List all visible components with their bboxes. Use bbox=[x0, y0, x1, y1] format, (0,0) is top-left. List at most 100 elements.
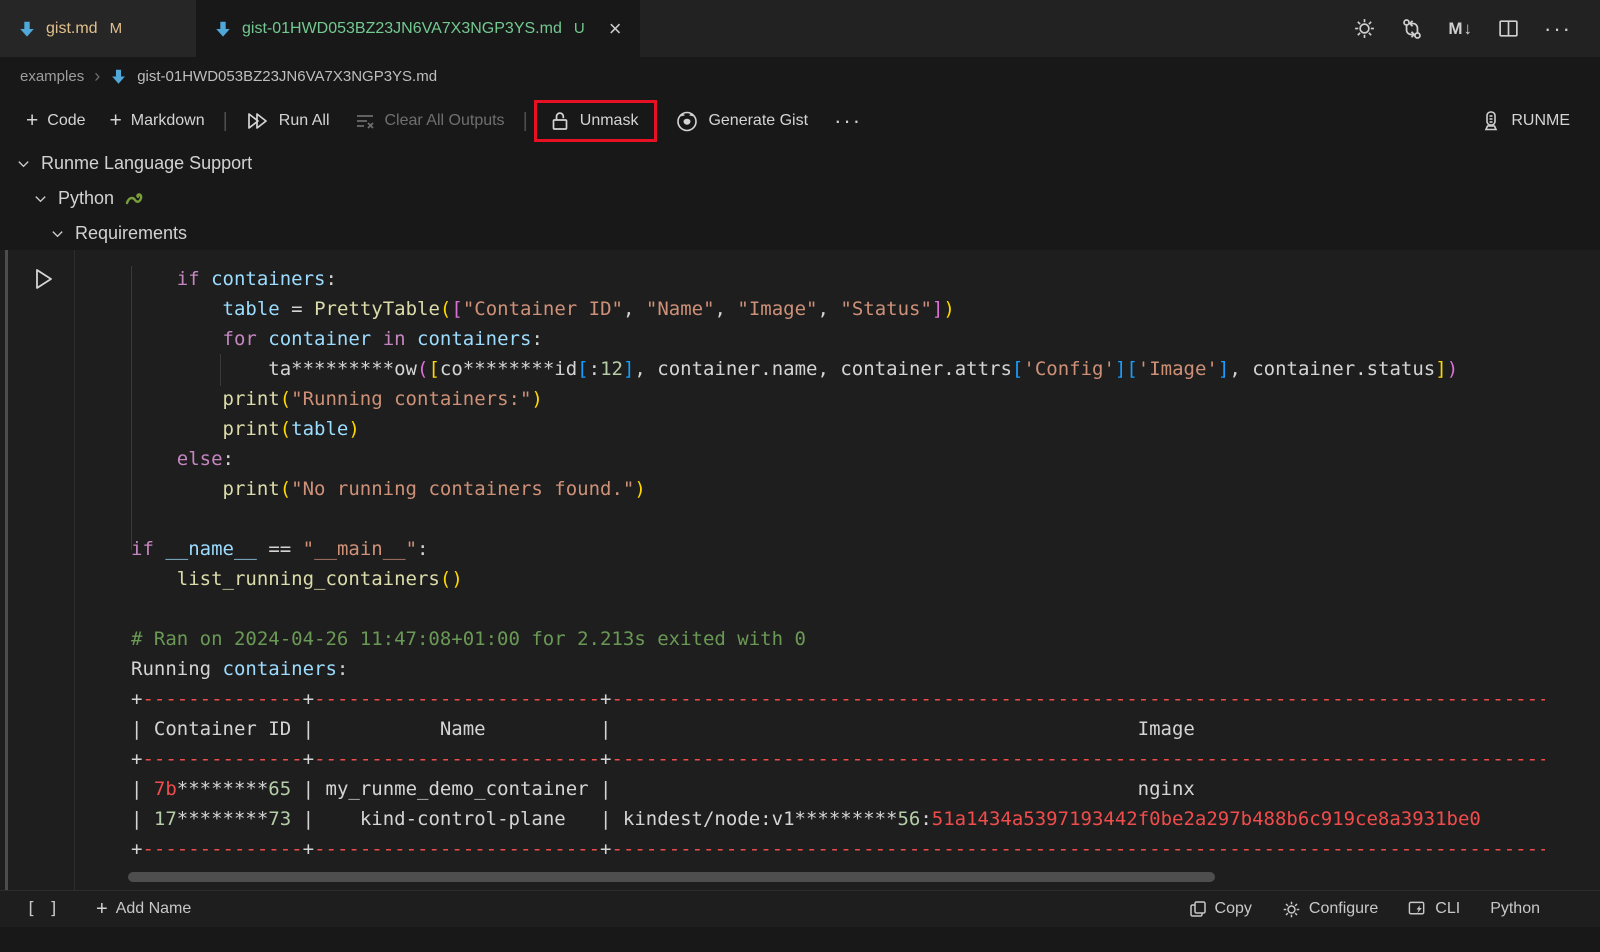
code-token: ******** bbox=[177, 778, 269, 800]
code-token: PrettyTable bbox=[314, 298, 440, 320]
cli-button[interactable]: CLI bbox=[1408, 900, 1460, 918]
breadcrumb: examples › gist-01HWD053BZ23JN6VA7X3NGP3… bbox=[0, 57, 1600, 96]
notebook-toolbar: + Code + Markdown | Run All Clear All Ou… bbox=[0, 96, 1600, 146]
code-token: 51a1434a5397193442f0be2a297b488b6c919ce8… bbox=[932, 808, 1481, 830]
code-token bbox=[303, 298, 314, 320]
code-line[interactable]: +--------------+------------------------… bbox=[0, 684, 1545, 714]
code-token: | bbox=[131, 808, 154, 830]
tab-gist-md[interactable]: gist.md M bbox=[0, 0, 196, 57]
code-line[interactable] bbox=[0, 594, 1545, 624]
code-line[interactable]: table = PrettyTable(["Container ID", "Na… bbox=[0, 294, 1545, 324]
code-token: ------------------------- bbox=[314, 688, 600, 710]
code-line[interactable]: | 17********73 | kind-control-plane | ki… bbox=[0, 804, 1545, 834]
git-compare-icon[interactable] bbox=[1400, 17, 1424, 41]
run-all-button[interactable]: Run All bbox=[234, 104, 342, 138]
code-token: "Image" bbox=[737, 298, 817, 320]
breadcrumb-folder[interactable]: examples bbox=[20, 68, 84, 85]
code-editor[interactable]: if containers: table = PrettyTable(["Con… bbox=[0, 264, 1545, 866]
bottom-strip bbox=[0, 927, 1600, 952]
file-down-arrow-icon bbox=[214, 20, 232, 38]
add-code-button[interactable]: + Code bbox=[14, 103, 98, 139]
code-token: [ bbox=[577, 358, 588, 380]
gear-icon bbox=[1282, 900, 1301, 919]
run-all-icon bbox=[246, 110, 270, 132]
code-token: ------------------------- bbox=[314, 838, 600, 860]
code-token: ( bbox=[440, 568, 451, 590]
code-line[interactable]: ta*********ow([co********id[:12], contai… bbox=[0, 354, 1545, 384]
code-token bbox=[406, 328, 417, 350]
breadcrumb-file[interactable]: gist-01HWD053BZ23JN6VA7X3NGP3YS.md bbox=[137, 68, 437, 85]
add-name-button[interactable]: + Add Name bbox=[96, 898, 191, 921]
code-token: ------------------------- bbox=[314, 748, 600, 770]
heading-label: Requirements bbox=[75, 223, 187, 244]
code-token: : bbox=[417, 538, 428, 560]
heading-requirements[interactable]: Requirements bbox=[0, 216, 1600, 250]
heading-python[interactable]: Python bbox=[0, 180, 1600, 216]
code-token: : bbox=[920, 808, 931, 830]
markdown-preview-icon[interactable]: M↓ bbox=[1448, 19, 1473, 39]
code-token: + bbox=[600, 838, 611, 860]
plus-icon: + bbox=[96, 898, 108, 921]
code-line[interactable]: print(table) bbox=[0, 414, 1545, 444]
chevron-down-icon[interactable] bbox=[16, 156, 31, 171]
file-down-arrow-icon bbox=[18, 20, 36, 38]
code-line[interactable]: | Container ID | Name | Image bbox=[0, 714, 1545, 744]
code-line[interactable]: if containers: bbox=[0, 264, 1545, 294]
code-line[interactable]: +--------------+------------------------… bbox=[0, 744, 1545, 774]
runme-brand[interactable]: RUNME bbox=[1480, 109, 1600, 133]
code-line[interactable] bbox=[0, 504, 1545, 534]
code-token: "Running containers:" bbox=[291, 388, 531, 410]
more-actions-icon[interactable]: ··· bbox=[1544, 16, 1572, 42]
chevron-down-icon[interactable] bbox=[50, 226, 65, 241]
code-line[interactable]: Running containers: bbox=[0, 654, 1545, 684]
editor-actions: M↓ ··· bbox=[1353, 0, 1600, 57]
close-icon[interactable]: × bbox=[609, 16, 622, 42]
code-token: 7b bbox=[154, 778, 177, 800]
code-line[interactable]: if __name__ == "__main__": bbox=[0, 534, 1545, 564]
code-token: | kind-control-plane | kindest/node:v1**… bbox=[291, 808, 897, 830]
code-token: -------------- bbox=[142, 748, 302, 770]
code-token: if bbox=[177, 268, 200, 290]
tab-label: gist.md bbox=[46, 20, 98, 38]
kernel-language-label: Python bbox=[1490, 900, 1540, 918]
code-token bbox=[131, 478, 223, 500]
code-token bbox=[131, 418, 223, 440]
code-token bbox=[257, 538, 268, 560]
configure-button[interactable]: Configure bbox=[1282, 900, 1378, 919]
add-markdown-button[interactable]: + Markdown bbox=[98, 103, 217, 139]
code-line[interactable]: | 7b********65 | my_runme_demo_container… bbox=[0, 774, 1545, 804]
code-token: ) bbox=[531, 388, 542, 410]
code-token: : bbox=[326, 268, 337, 290]
code-token bbox=[200, 268, 211, 290]
heading-runme-language-support[interactable]: Runme Language Support bbox=[0, 146, 1600, 180]
code-token bbox=[131, 298, 223, 320]
unmask-button[interactable]: Unmask bbox=[547, 107, 641, 135]
code-token: ) bbox=[1447, 358, 1458, 380]
code-token: , container.status bbox=[1229, 358, 1435, 380]
code-token: ] bbox=[1115, 358, 1126, 380]
code-token: [ bbox=[1012, 358, 1023, 380]
python-snake-icon bbox=[124, 189, 146, 207]
code-line[interactable]: list_running_containers() bbox=[0, 564, 1545, 594]
code-token: + bbox=[600, 748, 611, 770]
generate-gist-button[interactable]: Generate Gist bbox=[663, 103, 820, 139]
code-token: table bbox=[291, 418, 348, 440]
code-line[interactable]: # Ran on 2024-04-26 11:47:08+01:00 for 2… bbox=[0, 624, 1545, 654]
copy-button[interactable]: Copy bbox=[1189, 900, 1252, 918]
gear-icon[interactable] bbox=[1353, 17, 1376, 40]
more-cell-actions-icon[interactable]: ··· bbox=[834, 108, 862, 134]
code-token: ] bbox=[1435, 358, 1446, 380]
tab-bar: gist.md M gist-01HWD053BZ23JN6VA7X3NGP3Y… bbox=[0, 0, 1600, 57]
chevron-down-icon[interactable] bbox=[33, 191, 48, 206]
tab-gist-01hwd[interactable]: gist-01HWD053BZ23JN6VA7X3NGP3YS.md U × bbox=[196, 0, 640, 57]
code-line[interactable]: +--------------+------------------------… bbox=[0, 834, 1545, 864]
code-line[interactable]: print("No running containers found.") bbox=[0, 474, 1545, 504]
kernel-language-indicator[interactable]: Python bbox=[1490, 900, 1540, 918]
horizontal-scrollbar[interactable] bbox=[128, 872, 1215, 882]
code-token: ( bbox=[280, 418, 291, 440]
clear-all-outputs-button[interactable]: Clear All Outputs bbox=[342, 104, 517, 138]
code-line[interactable]: for container in containers: bbox=[0, 324, 1545, 354]
code-line[interactable]: print("Running containers:") bbox=[0, 384, 1545, 414]
split-editor-icon[interactable] bbox=[1497, 17, 1520, 40]
code-line[interactable]: else: bbox=[0, 444, 1545, 474]
